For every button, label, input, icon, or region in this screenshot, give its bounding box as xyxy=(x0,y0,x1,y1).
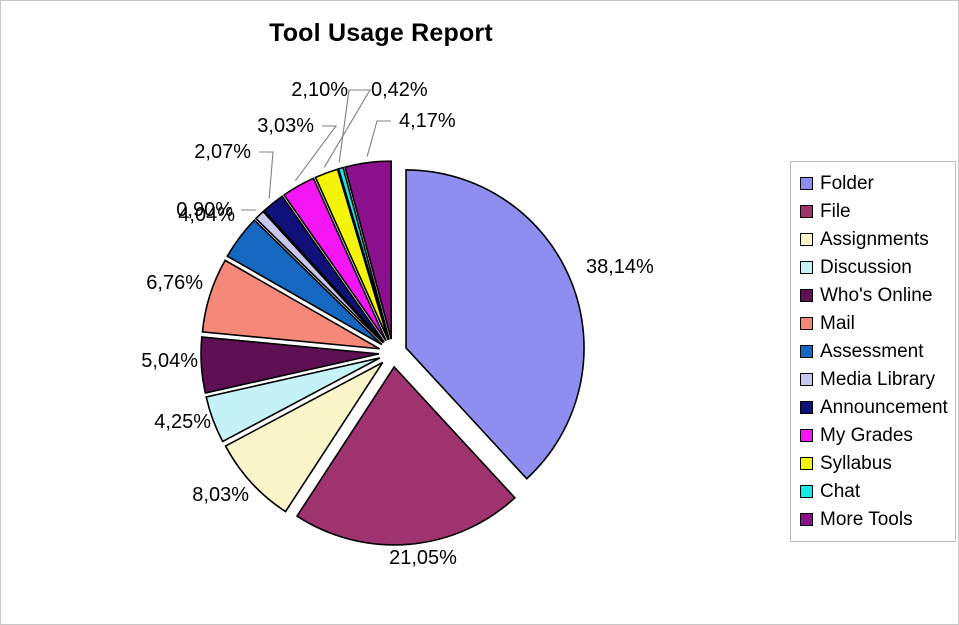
legend-item[interactable]: Who's Online xyxy=(800,281,955,309)
pie-slice-value-label: 2,10% xyxy=(291,79,348,101)
legend-item[interactable]: Media Library xyxy=(800,365,955,393)
leader-line xyxy=(366,120,391,157)
legend-item[interactable]: My Grades xyxy=(800,421,955,449)
pie-slice-value-label: 2,07% xyxy=(194,141,251,163)
pie-chart-canvas: Tool Usage Report 38,14% 21,05% 8,03% 4,25%… xyxy=(0,0,959,625)
legend-item[interactable]: Announcement xyxy=(800,393,955,421)
legend-item-label: Discussion xyxy=(820,256,912,278)
legend-item-label: My Grades xyxy=(820,424,913,446)
legend-swatch-icon xyxy=(800,176,813,190)
legend-item-label: Assessment xyxy=(820,340,924,362)
legend-swatch-icon xyxy=(800,372,813,386)
legend-item[interactable]: Chat xyxy=(800,477,955,505)
legend-item-label: Syllabus xyxy=(820,452,892,474)
legend-swatch-icon xyxy=(800,316,813,330)
pie-slice-value-label: 8,03% xyxy=(192,484,249,506)
leader-line xyxy=(259,151,274,199)
pie-slice-value-label: 21,05% xyxy=(389,547,457,569)
pie-slice-value-label: 6,76% xyxy=(146,272,203,294)
legend-item[interactable]: Folder xyxy=(800,169,955,197)
legend-item[interactable]: Assessment xyxy=(800,337,955,365)
legend-item-label: Mail xyxy=(820,312,855,334)
pie-slice-value-label: 38,14% xyxy=(586,256,654,278)
pie-slice-value-label: 0,90% xyxy=(176,199,233,221)
legend-swatch-icon xyxy=(800,428,813,442)
legend-item-label: Announcement xyxy=(820,396,948,418)
legend-swatch-icon xyxy=(800,204,813,218)
legend-item[interactable]: Discussion xyxy=(800,253,955,281)
legend-swatch-icon xyxy=(800,400,813,414)
pie-slice-group xyxy=(200,160,585,546)
legend-item-label: Chat xyxy=(820,480,861,502)
legend-swatch-icon xyxy=(800,232,813,246)
legend-item-label: Who's Online xyxy=(820,284,933,306)
legend-item-label: Media Library xyxy=(820,368,936,390)
legend-item[interactable]: File xyxy=(800,197,955,225)
legend-item[interactable]: Mail xyxy=(800,309,955,337)
legend-item-label: Folder xyxy=(820,172,874,194)
legend-swatch-icon xyxy=(800,260,813,274)
legend-item-label: File xyxy=(820,200,851,222)
legend-item-label: More Tools xyxy=(820,508,913,530)
legend-swatch-icon xyxy=(800,344,813,358)
legend-item[interactable]: More Tools xyxy=(800,505,955,533)
pie-slice-value-label: 4,17% xyxy=(399,110,456,132)
legend-item[interactable]: Syllabus xyxy=(800,449,955,477)
leader-line xyxy=(241,209,256,211)
pie-slice-value-label: 5,04% xyxy=(141,350,198,372)
pie-slice-value-label: 0,42% xyxy=(371,79,428,101)
legend-swatch-icon xyxy=(800,288,813,302)
legend-item[interactable]: Assignments xyxy=(800,225,955,253)
legend-swatch-icon xyxy=(800,484,813,498)
pie-slice-value-label: 4,25% xyxy=(154,411,211,433)
legend-swatch-icon xyxy=(800,456,813,470)
pie-slice-value-label: 3,03% xyxy=(257,115,314,137)
legend-item-label: Assignments xyxy=(820,228,929,250)
legend-swatch-icon xyxy=(800,512,813,526)
chart-legend: Folder File Assignments Discussion Who's Onl… xyxy=(790,161,956,542)
